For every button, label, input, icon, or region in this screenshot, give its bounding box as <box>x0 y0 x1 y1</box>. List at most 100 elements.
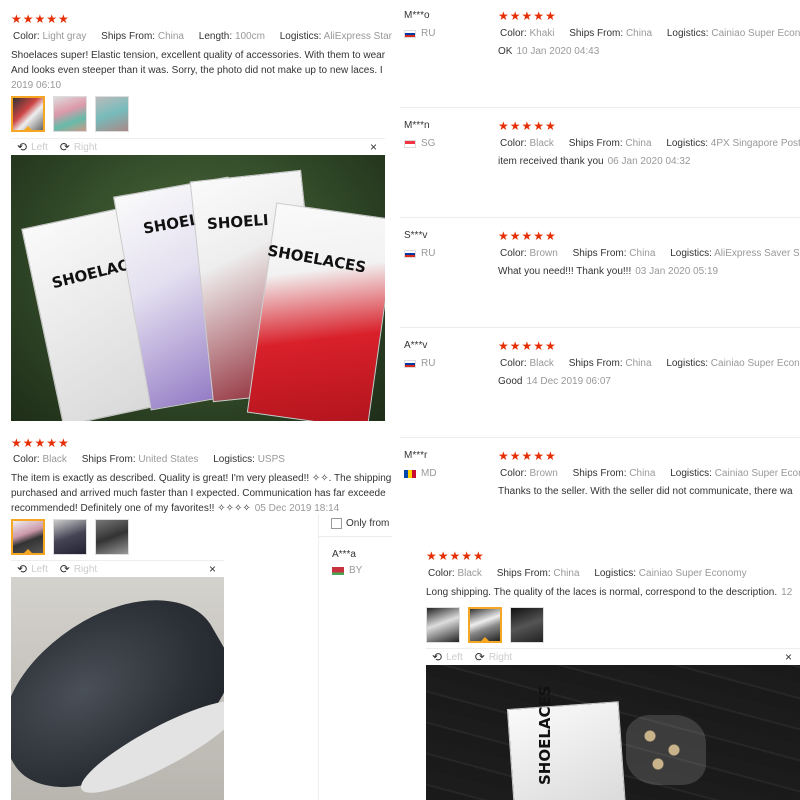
review-photo-large: SHOELACES <box>426 665 800 800</box>
photo-thumbnail[interactable] <box>510 607 544 643</box>
rotate-left-icon[interactable]: ⟲ <box>432 650 442 664</box>
ships-from-value: China <box>553 568 580 579</box>
divider <box>400 437 800 438</box>
review-photo-large: SHOELAC SHOEL SHOELI SHOELACES <box>11 155 385 421</box>
ships-from-value: China <box>629 468 656 479</box>
review-attributes: Color: Khaki Ships From: China Logistics… <box>498 27 800 41</box>
color-value: Black <box>529 358 554 369</box>
only-from-checkbox[interactable] <box>331 518 342 529</box>
rotate-right-icon[interactable]: ⟳ <box>475 650 485 664</box>
review-date: 14 Dec 2019 06:07 <box>526 376 611 387</box>
rotate-right-label[interactable]: Right <box>489 652 512 663</box>
list-item: A***v RU ★★★★★ Color: Black Ships From: … <box>400 330 800 438</box>
rating-stars: ★★★★★ <box>498 449 557 463</box>
ships-from-label: Ships From: <box>569 28 624 39</box>
rotate-right-icon[interactable]: ⟳ <box>60 562 70 576</box>
review-list: M***o RU ★★★★★ Color: Khaki Ships From: … <box>400 0 800 545</box>
photo-thumbnail[interactable] <box>53 96 87 132</box>
ships-from-value: China <box>629 248 656 259</box>
photo-thumbnail[interactable] <box>11 96 45 132</box>
review-text: Thanks to the seller. With the seller di… <box>498 484 793 499</box>
logistics-label: Logistics: <box>670 248 712 259</box>
ships-from-label: Ships From: <box>81 454 136 465</box>
rotate-right-icon[interactable]: ⟳ <box>60 140 70 154</box>
country-code: RU <box>421 358 436 369</box>
country-code: SG <box>421 138 436 149</box>
reviewer-name: A***a <box>332 549 356 560</box>
review-text: item received thank you 06 Jan 2020 04:32 <box>498 154 690 169</box>
review-text-content: Long shipping. The quality of the laces … <box>426 587 778 598</box>
review-date: 2019 06:10 <box>11 80 62 91</box>
logistics-label: Logistics: <box>594 568 636 579</box>
close-icon[interactable]: × <box>785 650 792 664</box>
review-attributes: Color: Brown Ships From: China Logistics… <box>498 467 800 481</box>
photo-thumbnail[interactable] <box>95 519 129 555</box>
logistics-value: Cainiao Super Econom <box>714 468 800 479</box>
reviewer-country: BY <box>332 565 362 576</box>
rotate-left-label[interactable]: Left <box>446 652 463 663</box>
photo-viewer-toolbar: ⟲ Left ⟳ Right × <box>426 648 800 665</box>
photo-thumbnail[interactable] <box>468 607 502 643</box>
divider <box>319 536 392 537</box>
rotate-left-icon[interactable]: ⟲ <box>17 562 27 576</box>
review-attributes: Color: Black Ships From: China Logistics… <box>426 567 747 581</box>
close-icon[interactable]: × <box>209 562 216 576</box>
review-panel-1: ★★★★★ Color: Light gray Ships From: Chin… <box>0 0 392 425</box>
reviewer-country: SG <box>404 138 435 149</box>
flag-sg-icon <box>404 139 416 148</box>
package-label: SHOELACES <box>536 685 554 785</box>
ships-from-label: Ships From: <box>572 468 627 479</box>
photo-thumbnail[interactable] <box>53 519 87 555</box>
flag-by-icon <box>332 566 344 575</box>
review-text: Good 14 Dec 2019 06:07 <box>498 374 611 389</box>
review-attributes: Color: Light gray Ships From: China Leng… <box>11 30 392 44</box>
divider <box>400 217 800 218</box>
logistics-value: USPS <box>257 454 285 465</box>
review-text-content: Thanks to the seller. With the seller di… <box>498 486 793 497</box>
review-text-content: OK <box>498 46 513 57</box>
review-attributes: Color: Black Ships From: China Logistics… <box>498 137 800 151</box>
flag-ru-icon <box>404 29 416 38</box>
color-value: Black <box>457 568 482 579</box>
ships-from-label: Ships From: <box>568 358 623 369</box>
reviewer-country: MD <box>404 468 437 479</box>
rating-stars: ★★★★★ <box>498 229 557 243</box>
color-value: Brown <box>529 468 558 479</box>
color-value: Khaki <box>529 28 555 39</box>
review-date: 05 Dec 2019 18:14 <box>254 503 340 514</box>
photo-thumbnail[interactable] <box>426 607 460 643</box>
rating-stars: ★★★★★ <box>498 339 557 353</box>
reviewer-country: RU <box>404 248 435 259</box>
ships-from-value: China <box>157 31 184 42</box>
review-attributes: Color: Black Ships From: China Logistics… <box>498 357 800 371</box>
only-from-filter[interactable]: Only from <box>331 518 389 529</box>
photo-thumbnail[interactable] <box>11 519 45 555</box>
rating-stars: ★★★★★ <box>11 12 70 26</box>
list-item: M***n SG ★★★★★ Color: Black Ships From: … <box>400 110 800 218</box>
rotate-right-label[interactable]: Right <box>74 142 97 153</box>
close-icon[interactable]: × <box>370 140 377 154</box>
photo-thumbnail[interactable] <box>95 96 129 132</box>
review-photo-thumbnails <box>11 519 129 555</box>
reviewer-country: RU <box>404 28 435 39</box>
rotate-left-label[interactable]: Left <box>31 142 48 153</box>
country-code: BY <box>349 565 363 576</box>
logistics-value: AliExpress Standar <box>323 31 392 42</box>
review-text: What you need!!! Thank you!!! 03 Jan 2020… <box>498 264 718 279</box>
rotate-right-label[interactable]: Right <box>74 564 97 575</box>
logistics-value: Cainiao Super Econom <box>711 28 800 39</box>
review-text-line: recommended! Definitely one of my favori… <box>11 503 251 514</box>
logistics-label: Logistics: <box>670 468 712 479</box>
reviewer-name: M***n <box>404 120 430 131</box>
review-text-content: What you need!!! Thank you!!! <box>498 266 632 277</box>
length-value: 100cm <box>234 31 265 42</box>
review-text-line: Shoelaces super! Elastic tension, excell… <box>11 50 386 61</box>
review-photo-large <box>11 577 224 800</box>
ships-from-value: China <box>625 28 653 39</box>
rotate-left-icon[interactable]: ⟲ <box>17 140 27 154</box>
flag-ru-icon <box>404 249 416 258</box>
length-label: Length: <box>198 31 233 42</box>
logistics-value: 4PX Singapore Post OM <box>710 138 800 149</box>
rotate-left-label[interactable]: Left <box>31 564 48 575</box>
review-text-content: Good <box>498 376 523 387</box>
